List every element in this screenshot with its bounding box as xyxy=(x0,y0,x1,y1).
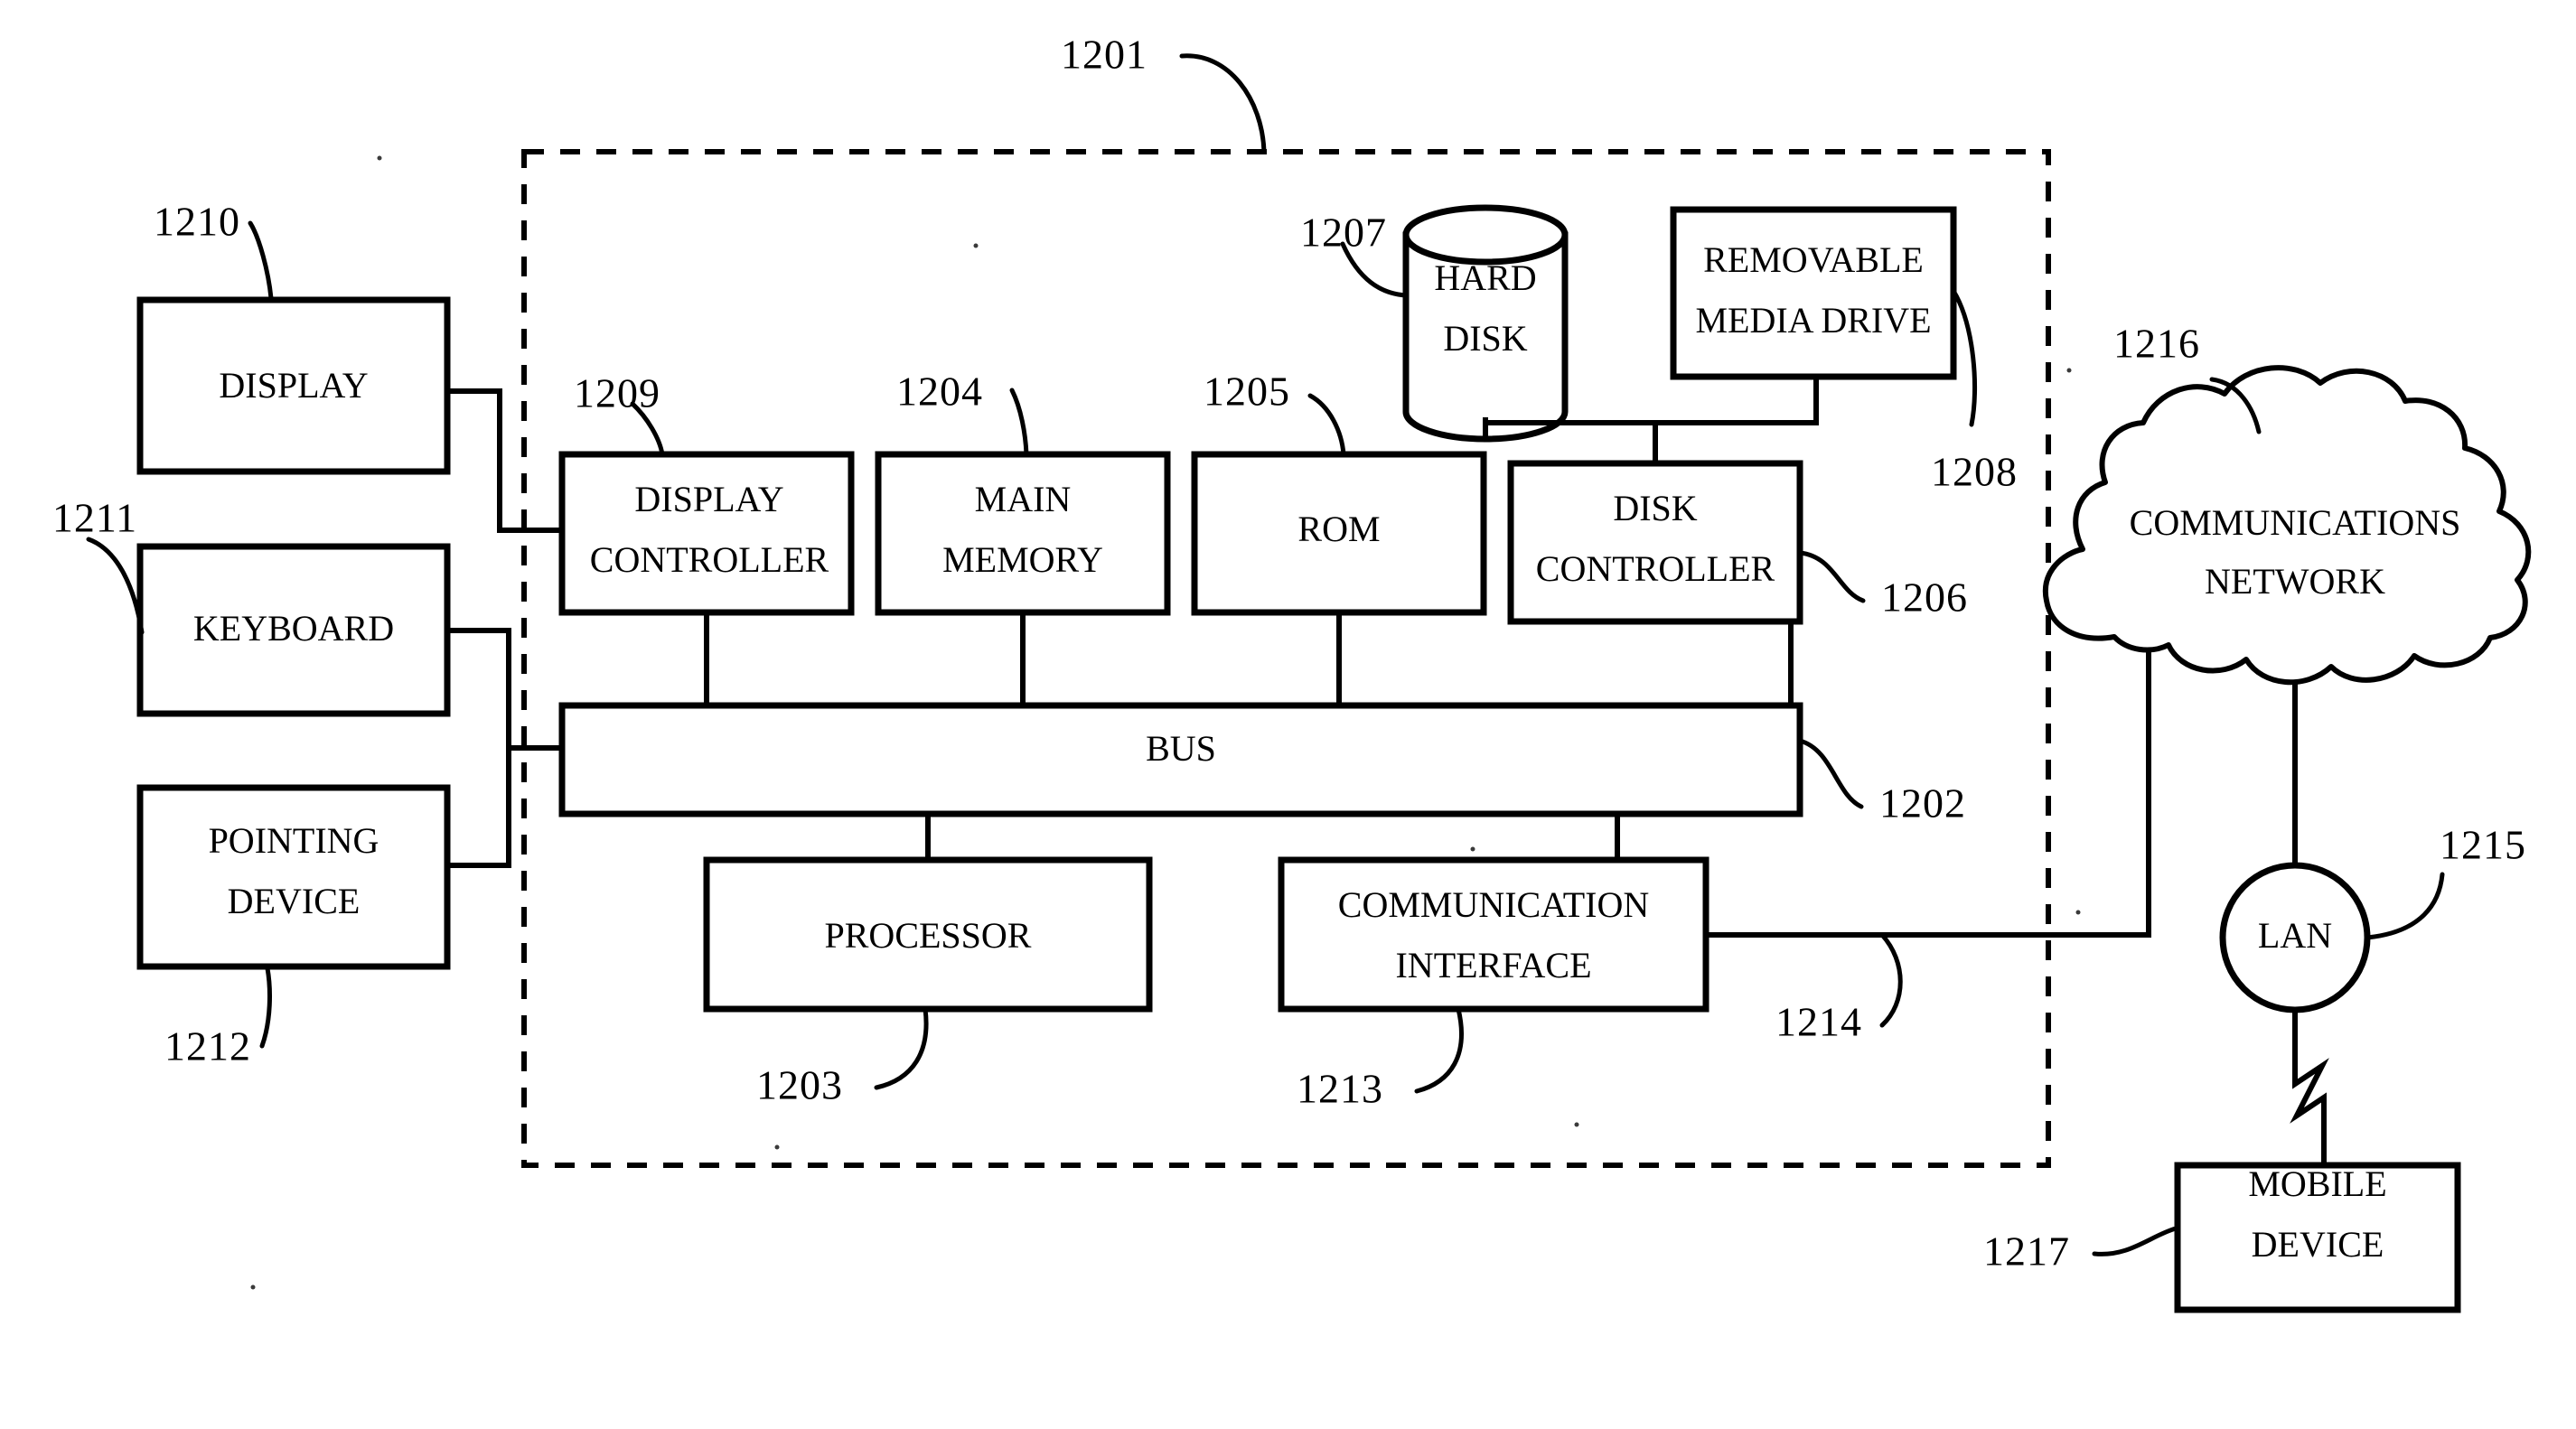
ref-1203: 1203 xyxy=(756,1062,843,1108)
link-keyboard-to-bus xyxy=(447,628,562,751)
link-lan-to-mobile-wireless xyxy=(2290,1010,2329,1165)
lan-label: LAN xyxy=(2258,915,2332,956)
leader-1213 xyxy=(1414,1006,1464,1094)
ref-1215: 1215 xyxy=(2440,822,2526,868)
ref-1209: 1209 xyxy=(574,370,660,416)
pointing-device-label-line1: POINTING xyxy=(209,820,379,861)
communication-interface-box[interactable] xyxy=(1278,856,1710,1013)
display-label: DISPLAY xyxy=(219,365,368,406)
scan-speck xyxy=(1470,846,1475,852)
main-memory-label-line1: MAIN xyxy=(975,479,1072,519)
leader-1215 xyxy=(2365,872,2445,940)
ref-1212: 1212 xyxy=(164,1023,251,1069)
leader-1203 xyxy=(874,1006,929,1090)
scan-speck xyxy=(377,155,382,161)
ref-1204: 1204 xyxy=(896,369,983,415)
removable-media-drive-label-line2: MEDIA DRIVE xyxy=(1695,300,1931,341)
leader-1210 xyxy=(248,220,274,301)
disk-controller-label-line1: DISK xyxy=(1613,488,1697,528)
leader-1211 xyxy=(86,537,145,635)
leader-1206 xyxy=(1797,550,1866,603)
hard-disk-label-line1: HARD xyxy=(1434,257,1536,298)
leader-1204 xyxy=(1009,388,1029,457)
ref-1217: 1217 xyxy=(1983,1228,2070,1275)
scan-speck xyxy=(2066,368,2072,373)
system-block-diagram: DISPLAY KEYBOARD POINTING DEVICE DISPLAY… xyxy=(52,32,2532,1313)
leader-1205 xyxy=(1307,393,1346,457)
display-controller-label-line1: DISPLAY xyxy=(634,479,783,519)
communications-network-label-line1: COMMUNICATIONS xyxy=(2130,502,2461,543)
scan-speck xyxy=(774,1144,780,1150)
ref-1214: 1214 xyxy=(1775,999,1862,1045)
scan-speck xyxy=(2075,910,2081,915)
mobile-device-label-line1: MOBILE xyxy=(2248,1163,2386,1204)
removable-media-drive-label-line1: REMOVABLE xyxy=(1703,239,1924,280)
leader-1212 xyxy=(259,966,272,1049)
leader-1202 xyxy=(1797,738,1864,809)
processor-label: PROCESSOR xyxy=(825,915,1032,956)
removable-media-drive-box[interactable] xyxy=(1670,206,1957,380)
bus-label: BUS xyxy=(1146,728,1216,769)
hard-disk-label-line2: DISK xyxy=(1443,318,1527,359)
ref-1202: 1202 xyxy=(1879,780,1966,827)
link-communication-interface-to-lan xyxy=(1706,932,2151,938)
scan-speck xyxy=(973,243,979,248)
pointing-device-box[interactable] xyxy=(136,784,451,970)
ref-1213: 1213 xyxy=(1297,1066,1383,1112)
link-pointing-device-to-bus xyxy=(447,748,511,868)
ref-1210: 1210 xyxy=(154,199,240,245)
ref-1216: 1216 xyxy=(2113,321,2200,367)
leader-1201 xyxy=(1179,53,1267,154)
ref-1207: 1207 xyxy=(1300,210,1387,256)
keyboard-label: KEYBOARD xyxy=(193,608,394,649)
ref-1205: 1205 xyxy=(1204,369,1290,415)
main-memory-label-line2: MEMORY xyxy=(942,539,1103,580)
link-display-to-display-controller xyxy=(447,388,562,533)
ref-1211: 1211 xyxy=(52,495,137,541)
communications-network-label-line2: NETWORK xyxy=(2205,561,2385,602)
mobile-device-label-line2: DEVICE xyxy=(2252,1224,2384,1265)
leader-1214 xyxy=(1879,932,1903,1028)
communication-interface-label-line1: COMMUNICATION xyxy=(1338,884,1649,925)
display-controller-label-line2: CONTROLLER xyxy=(590,539,829,580)
ref-1208: 1208 xyxy=(1931,449,2018,495)
rom-label: ROM xyxy=(1297,509,1380,549)
hard-disk-cylinder-top xyxy=(1402,204,1569,266)
ref-1206: 1206 xyxy=(1881,574,1968,621)
pointing-device-label-line2: DEVICE xyxy=(228,881,361,921)
ref-1201: 1201 xyxy=(1061,32,1147,78)
communication-interface-label-line2: INTERFACE xyxy=(1395,945,1591,985)
patent-figure-page: DISPLAY KEYBOARD POINTING DEVICE DISPLAY… xyxy=(0,0,2576,1429)
leader-1208 xyxy=(1951,288,1978,427)
scan-speck xyxy=(1574,1122,1579,1127)
leader-1217 xyxy=(2092,1226,2178,1256)
disk-controller-label-line2: CONTROLLER xyxy=(1536,548,1775,589)
scan-speck xyxy=(250,1284,256,1290)
